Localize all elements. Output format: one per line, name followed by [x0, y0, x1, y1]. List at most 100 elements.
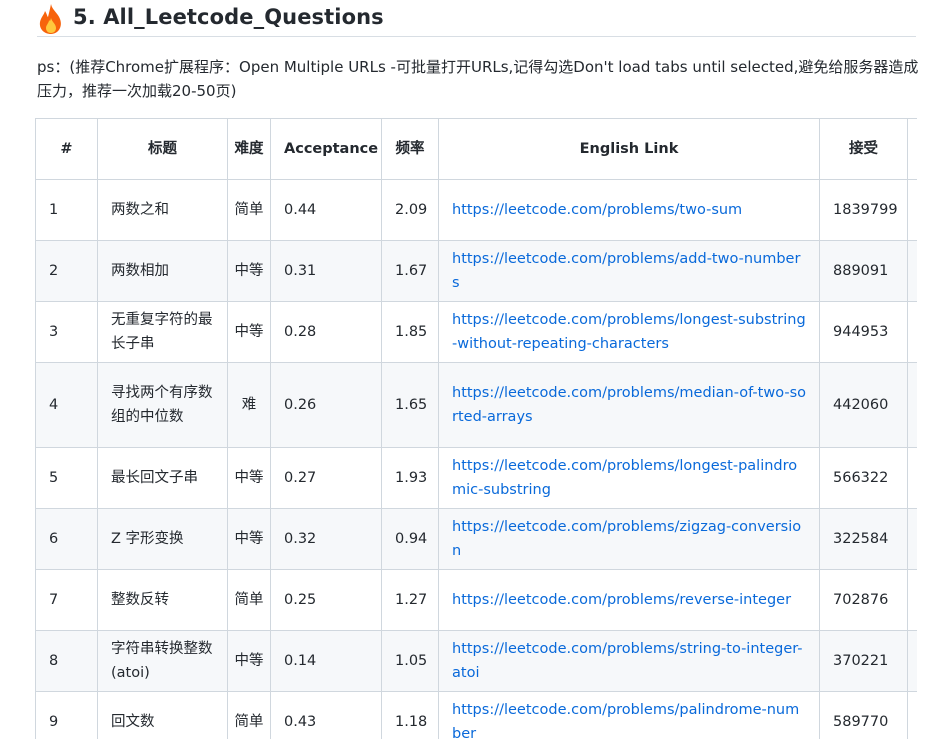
question-difficulty: 简单	[227, 179, 271, 241]
question-acceptance: 0.31	[270, 240, 382, 302]
question-number: 6	[35, 508, 98, 570]
question-accepted: 944953	[819, 301, 908, 363]
question-link-cell: https://leetcode.com/problems/median-of-…	[438, 362, 820, 448]
question-title: 最长回文子串	[97, 447, 228, 509]
table-row: 6Z 字形变换 中等 0.32 0.94 https://leetcode.com/pr…	[35, 508, 917, 570]
table-row: 9 回文数 简单 0.43 1.18 https://leetcode.com/probl…	[35, 691, 917, 739]
question-acceptance: 0.27	[270, 447, 382, 509]
question-number: 3	[35, 301, 98, 363]
header-title: 标题	[97, 118, 228, 180]
question-title: 整数反转	[97, 569, 228, 631]
header-difficulty: 难度	[227, 118, 271, 180]
question-link[interactable]: https://leetcode.com/problems/zigzag-con…	[452, 519, 801, 559]
question-accepted: 589770	[819, 691, 908, 739]
cutoff-cell	[907, 630, 917, 692]
question-number: 5	[35, 447, 98, 509]
question-difficulty: 中等	[227, 630, 271, 692]
question-acceptance: 0.28	[270, 301, 382, 363]
cutoff-cell	[907, 508, 917, 570]
page-title: 5. All_Leetcode_Questions	[73, 5, 384, 29]
question-link[interactable]: https://leetcode.com/problems/string-to-…	[452, 641, 803, 681]
cutoff-cell	[907, 362, 917, 448]
question-frequency: 1.93	[381, 447, 439, 509]
question-link-cell: https://leetcode.com/problems/string-to-…	[438, 630, 820, 692]
cutoff-cell	[907, 691, 917, 739]
question-difficulty: 简单	[227, 569, 271, 631]
question-number: 9	[35, 691, 98, 739]
question-difficulty: 中等	[227, 447, 271, 509]
table-header-row: # 标题 难度 Acceptance 频率 English Link 接受	[35, 118, 917, 180]
table-row: 7 整数反转 简单 0.25 1.27 https://leetcode.com/prob…	[35, 569, 917, 631]
question-difficulty: 中等	[227, 301, 271, 363]
question-link-cell: https://leetcode.com/problems/two-sum	[438, 179, 820, 241]
question-number: 8	[35, 630, 98, 692]
question-link-cell: https://leetcode.com/problems/reverse-in…	[438, 569, 820, 631]
cutoff-cell	[907, 447, 917, 509]
question-link[interactable]: https://leetcode.com/problems/add-two-nu…	[452, 251, 800, 291]
question-difficulty: 中等	[227, 240, 271, 302]
table-row: 3 无重复字符的最长子串 中等 0.28 1.85 https://leetcode.co…	[35, 301, 917, 363]
question-acceptance: 0.32	[270, 508, 382, 570]
question-frequency: 1.05	[381, 630, 439, 692]
question-link[interactable]: https://leetcode.com/problems/palindrome…	[452, 702, 799, 739]
question-link[interactable]: https://leetcode.com/problems/longest-su…	[452, 312, 806, 352]
question-accepted: 889091	[819, 240, 908, 302]
table-row: 1 两数之和 简单 0.44 2.09 https://leetcode.com/prob…	[35, 179, 917, 241]
question-link[interactable]: https://leetcode.com/problems/reverse-in…	[452, 592, 791, 608]
question-difficulty: 中等	[227, 508, 271, 570]
question-title: 回文数	[97, 691, 228, 739]
question-frequency: 0.94	[381, 508, 439, 570]
cutoff-cell	[907, 569, 917, 631]
question-acceptance: 0.25	[270, 569, 382, 631]
question-link-cell: https://leetcode.com/problems/add-two-nu…	[438, 240, 820, 302]
question-frequency: 2.09	[381, 179, 439, 241]
header-acceptance: Acceptance	[270, 118, 382, 180]
recommendation-note: ps：(推荐Chrome扩展程序：Open Multiple URLs -可批量…	[37, 58, 919, 100]
header-number: #	[35, 118, 98, 180]
section-heading: 5. All_Leetcode_Questions	[37, 0, 916, 37]
question-title: 寻找两个有序数组的中位数	[97, 362, 228, 448]
table-row: 8 字符串转换整数 (atoi) 中等 0.14 1.05 https://leetcod…	[35, 630, 917, 692]
question-title: 两数之和	[97, 179, 228, 241]
question-difficulty: 难	[227, 362, 271, 448]
table-row: 4 寻找两个有序数组的中位数难 0.26 1.65 https://leetcode.c…	[35, 362, 917, 448]
question-link-cell: https://leetcode.com/problems/longest-su…	[438, 301, 820, 363]
table-row: 2 两数相加 中等 0.31 1.67 https://leetcode.com/prob…	[35, 240, 917, 302]
question-link[interactable]: https://leetcode.com/problems/longest-pa…	[452, 458, 797, 498]
question-acceptance: 0.14	[270, 630, 382, 692]
header-frequency: 频率	[381, 118, 439, 180]
question-acceptance: 0.44	[270, 179, 382, 241]
question-title: 两数相加	[97, 240, 228, 302]
header-cutoff	[907, 118, 917, 180]
question-frequency: 1.85	[381, 301, 439, 363]
question-link-cell: https://leetcode.com/problems/zigzag-con…	[438, 508, 820, 570]
question-accepted: 566322	[819, 447, 908, 509]
cutoff-cell	[907, 179, 917, 241]
header-english-link: English Link	[438, 118, 820, 180]
question-frequency: 1.67	[381, 240, 439, 302]
question-frequency: 1.65	[381, 362, 439, 448]
question-accepted: 370221	[819, 630, 908, 692]
question-title: 字符串转换整数 (atoi)	[97, 630, 228, 692]
table-row: 5 最长回文子串 中等 0.27 1.93 https://leetcode.com/pr…	[35, 447, 917, 509]
question-number: 1	[35, 179, 98, 241]
question-number: 7	[35, 569, 98, 631]
question-difficulty: 简单	[227, 691, 271, 739]
question-number: 2	[35, 240, 98, 302]
question-link-cell: https://leetcode.com/problems/longest-pa…	[438, 447, 820, 509]
question-link-cell: https://leetcode.com/problems/palindrome…	[438, 691, 820, 739]
cutoff-cell	[907, 240, 917, 302]
question-acceptance: 0.43	[270, 691, 382, 739]
header-accepted: 接受	[819, 118, 908, 180]
question-frequency: 1.27	[381, 569, 439, 631]
question-link[interactable]: https://leetcode.com/problems/median-of-…	[452, 385, 806, 425]
question-accepted: 702876	[819, 569, 908, 631]
question-accepted: 322584	[819, 508, 908, 570]
fire-icon	[39, 4, 61, 34]
question-acceptance: 0.26	[270, 362, 382, 448]
question-number: 4	[35, 362, 98, 448]
question-link[interactable]: https://leetcode.com/problems/two-sum	[452, 202, 742, 218]
question-title: 无重复字符的最长子串	[97, 301, 228, 363]
questions-table-container[interactable]: # 标题 难度 Acceptance 频率 English Link 接受 1两…	[35, 118, 917, 739]
question-title: Z 字形变换	[97, 508, 228, 570]
